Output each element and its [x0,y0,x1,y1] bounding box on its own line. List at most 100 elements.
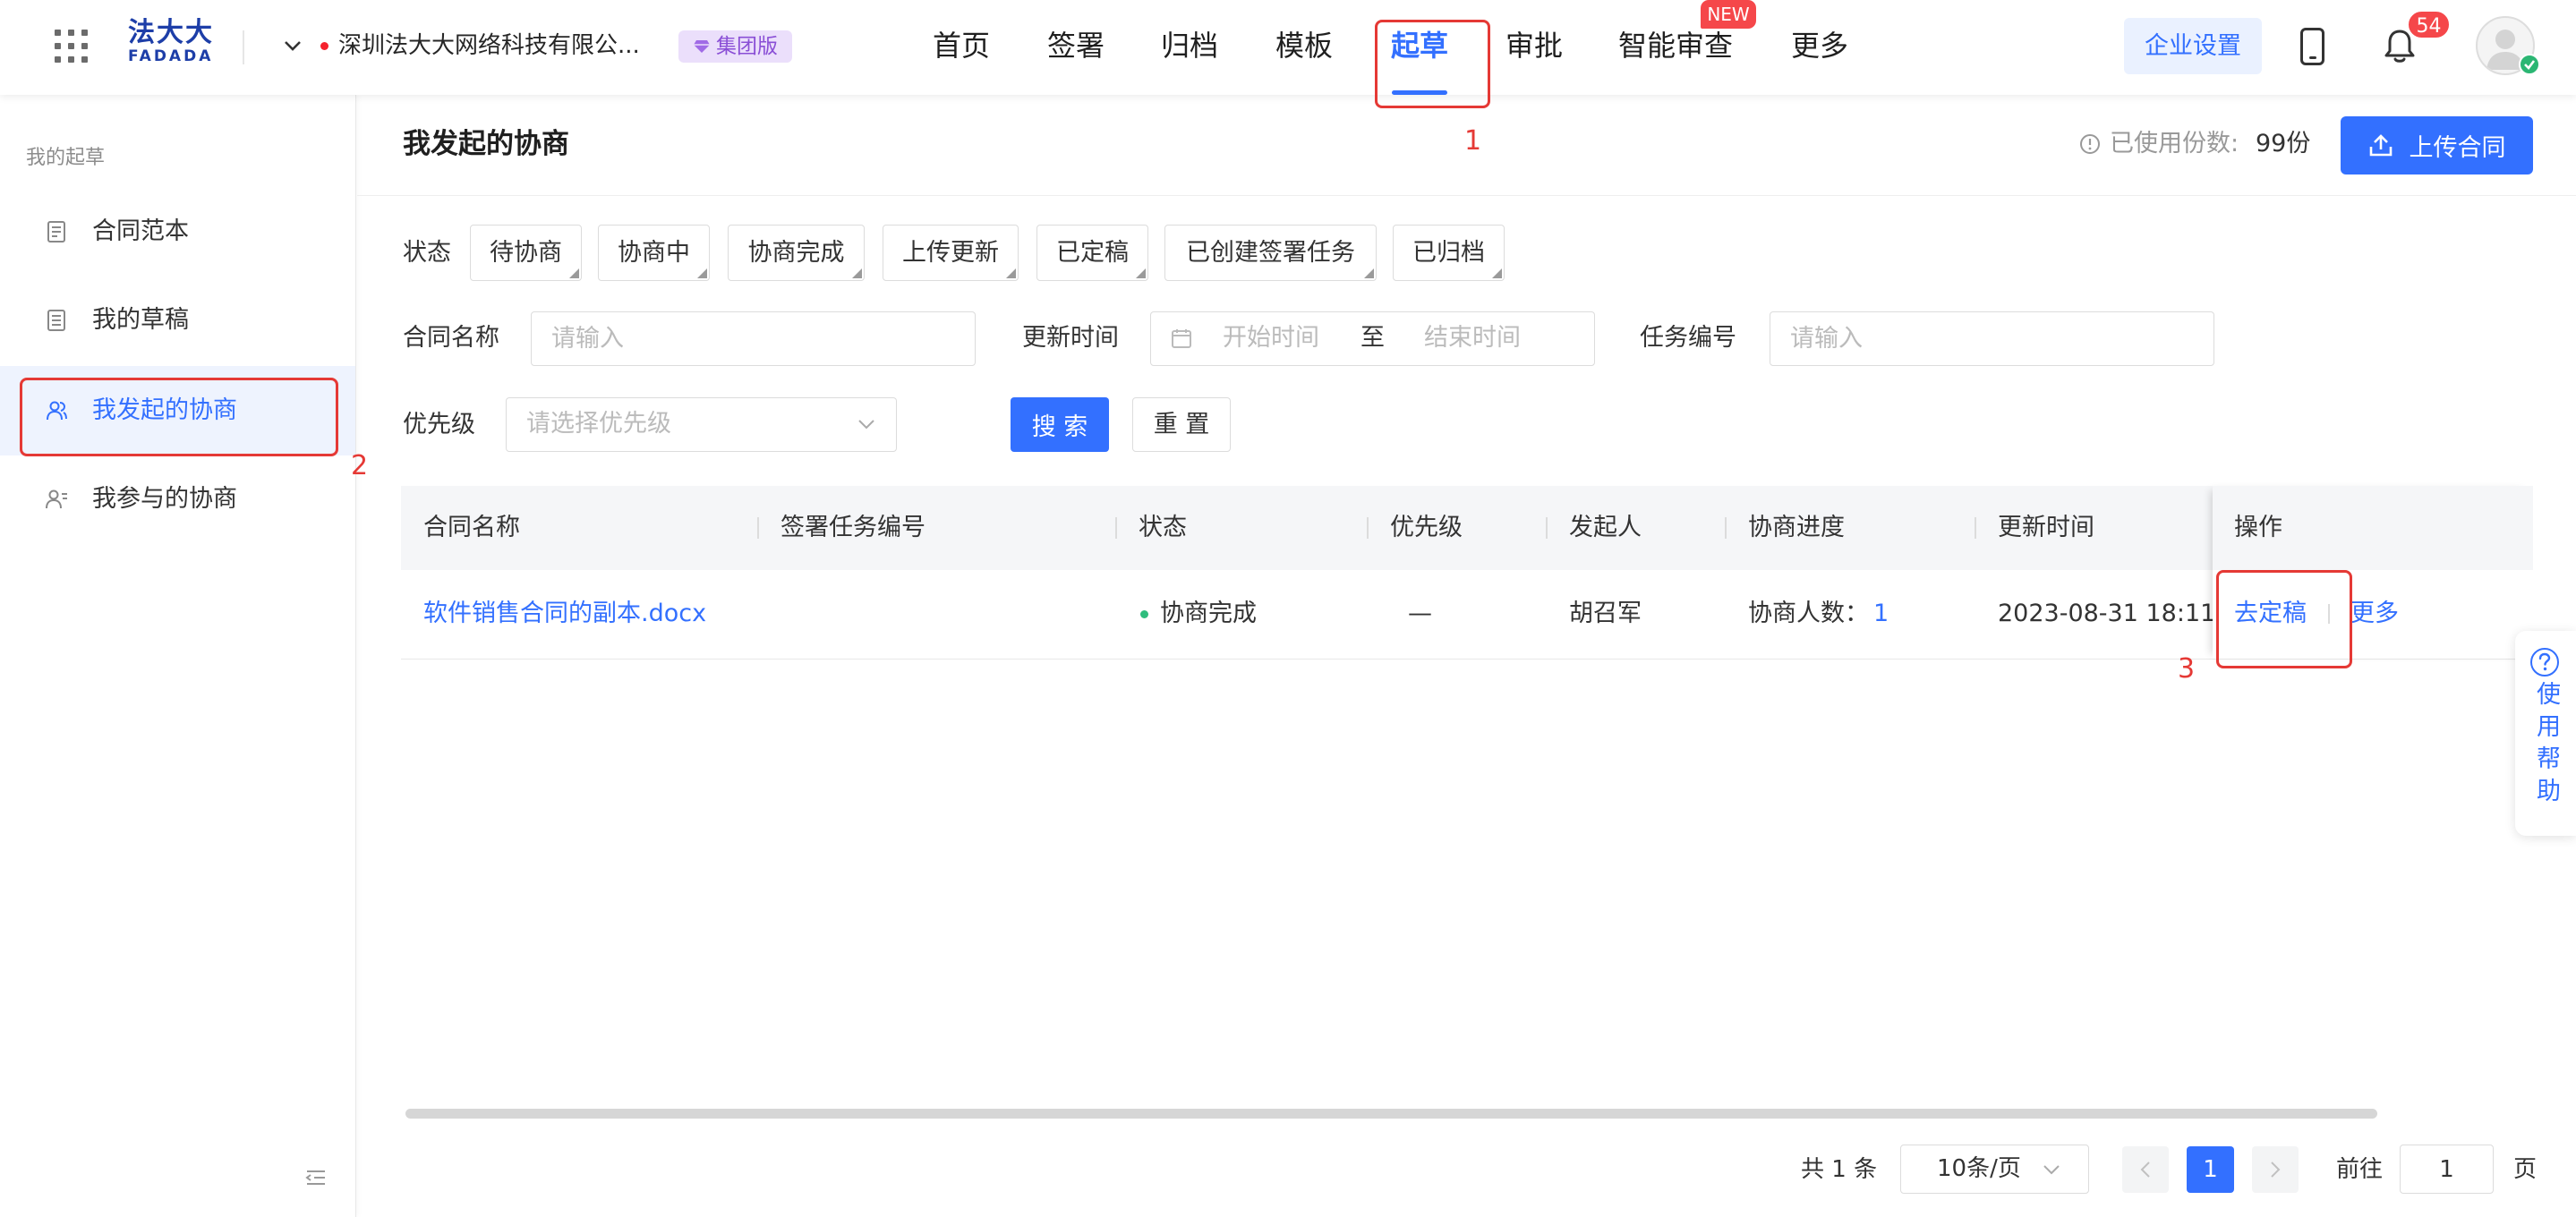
column-resize-handle[interactable] [1725,517,1727,539]
sidebar-item-my-drafts[interactable]: 我的草稿 [0,276,355,365]
chevron-down-icon[interactable] [283,39,303,52]
help-label: 使用帮助 [2532,681,2560,810]
sidebar-item-label: 我参与的协商 [92,485,237,513]
column-resize-handle[interactable] [1546,517,1548,539]
annotation-number-2: 2 [351,450,369,481]
new-badge: NEW [1701,0,1756,29]
verified-check-icon [2519,54,2540,75]
chevron-down-icon [858,420,874,430]
nav-approval[interactable]: 审批 [1471,28,1597,64]
enterprise-settings-button[interactable]: 企业设置 [2124,18,2262,74]
reset-button[interactable]: 重 置 [1132,397,1231,452]
column-resize-handle[interactable] [757,517,759,539]
progress-count-link[interactable]: 1 [1873,598,1889,630]
nav-sign[interactable]: 签署 [1013,28,1139,64]
goto-page-input[interactable] [2401,1145,2493,1193]
status-tag-finalized[interactable]: 已定稿 [1036,225,1148,281]
company-name[interactable]: 深圳法大大网络科技有限公... [338,30,640,62]
status-tag-archived[interactable]: 已归档 [1393,225,1505,281]
goto-label: 前往 [2336,1156,2384,1183]
next-page-button[interactable] [2252,1146,2299,1193]
top-navbar: 法大大 FADADA 深圳法大大网络科技有限公... 集团版 首页 签署 归档 … [0,0,2576,95]
status-tag-pending[interactable]: 待协商 [470,225,582,281]
status-tag-completed[interactable]: 协商完成 [728,225,865,281]
upload-contract-label: 上传合同 [2409,134,2506,162]
sidebar-section-title: 我的起草 [26,147,106,169]
page-size-select[interactable]: 10条/页 [1900,1145,2089,1194]
contract-name-input[interactable] [532,312,975,365]
nav-archive[interactable]: 归档 [1127,28,1252,64]
priority-cell: — [1408,600,1432,627]
status-tag-sign-task-created[interactable]: 已创建签署任务 [1164,225,1377,281]
annotation-number-3: 3 [2178,653,2196,685]
task-number-input[interactable] [1770,312,2213,365]
page-unit-label: 页 [2513,1156,2538,1183]
column-header-actions: 操作 [2234,514,2282,541]
topbar-divider [243,30,244,64]
contract-name-link[interactable]: 软件销售合同的副本.docx [423,598,706,630]
update-time-range-picker[interactable]: 开始时间 至 结束时间 [1150,311,1595,366]
chevron-left-icon [2140,1162,2150,1178]
column-header-progress: 协商进度 [1748,514,1845,541]
notification-count-badge: 54 [2407,10,2451,39]
draft-icon [47,310,65,331]
column-resize-handle[interactable] [1115,517,1117,539]
nav-more[interactable]: 更多 [1757,28,1882,64]
status-cell: 协商完成 [1160,600,1257,627]
help-float-button[interactable]: 使用帮助 [2515,631,2576,836]
logo-text-cn: 法大大 [128,17,214,48]
update-time-label: 更新时间 [1022,324,1119,352]
priority-placeholder: 请选择优先级 [526,410,671,438]
upload-icon [2369,133,2392,156]
page-size-value: 10条/页 [1937,1155,2021,1182]
collapse-sidebar-icon[interactable] [305,1170,327,1186]
search-button[interactable]: 搜 索 [1011,397,1109,452]
usage-label: 已使用份数: [2110,130,2239,157]
updated-time-cell: 2023-08-31 18:11: [1998,600,2224,627]
status-tag-negotiating[interactable]: 协商中 [598,225,710,281]
column-resize-handle[interactable] [1367,517,1369,539]
group-edition-badge: 集团版 [678,30,792,63]
upload-contract-button[interactable]: 上传合同 [2341,116,2533,174]
mobile-phone-icon[interactable] [2300,28,2324,65]
prev-page-button[interactable] [2122,1146,2169,1193]
column-resize-handle[interactable] [1975,517,1976,539]
annotation-number-1: 1 [1464,125,1482,157]
column-header-status: 状态 [1139,514,1187,541]
chevron-right-icon [2271,1162,2281,1178]
page-number-button[interactable]: 1 [2187,1146,2234,1193]
initiator-cell: 胡召军 [1569,600,1642,627]
goto-page-field [2400,1145,2494,1194]
task-number-label: 任务编号 [1640,324,1736,352]
end-time-placeholder[interactable]: 结束时间 [1424,322,1521,354]
fadada-logo[interactable]: 法大大 FADADA [128,18,221,73]
status-tag-uploaded-update[interactable]: 上传更新 [883,225,1019,281]
sidebar-item-contract-templates[interactable]: 合同范本 [0,187,355,277]
app-grid-icon[interactable] [55,30,88,63]
column-header-contract-name: 合同名称 [423,514,520,541]
task-number-field [1770,311,2214,366]
more-action-link[interactable]: 更多 [2350,598,2399,630]
range-separator: 至 [1361,324,1385,352]
total-count: 共 1 条 [1801,1156,1878,1183]
sidebar-item-participated-negotiations[interactable]: 我参与的协商 [0,455,355,544]
annotation-box-3 [2216,570,2352,668]
sidebar-item-label: 我的草稿 [92,306,189,334]
priority-label: 优先级 [403,411,475,438]
nav-home[interactable]: 首页 [899,28,1024,64]
sidebar-item-label: 合同范本 [92,217,189,245]
nav-templates[interactable]: 模板 [1241,28,1367,64]
nav-smart-review[interactable]: 智能审查 [1599,28,1752,64]
group-edition-label: 集团版 [716,35,778,58]
info-icon [2080,134,2100,154]
question-circle-icon [2530,648,2559,677]
start-time-placeholder[interactable]: 开始时间 [1223,322,1319,354]
column-header-task-number: 签署任务编号 [780,514,925,541]
user-list-icon [46,489,67,509]
contract-name-label: 合同名称 [403,324,499,352]
horizontal-scrollbar[interactable] [405,1109,2377,1119]
priority-select[interactable]: 请选择优先级 [506,397,897,452]
sidebar: 我的起草 合同范本 我的草稿 我发起的协商 我参与的协商 [0,95,356,1217]
status-dot [1140,610,1148,618]
company-status-dot [320,42,328,50]
